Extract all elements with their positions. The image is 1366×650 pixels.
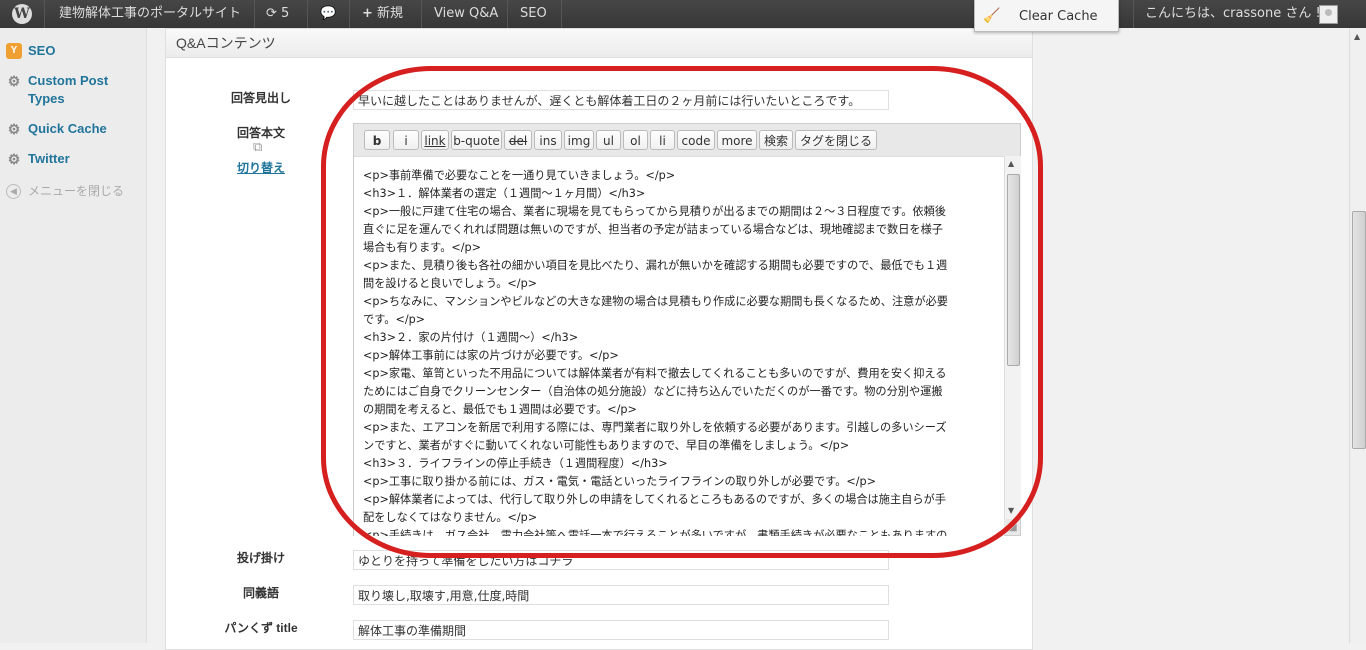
qt-ins-button[interactable]: ins: [534, 130, 562, 150]
sidebar-item-label: SEO: [28, 43, 56, 58]
new-content-link[interactable]: + 新規: [362, 0, 403, 28]
divider: [421, 0, 422, 28]
plus-icon: +: [362, 6, 373, 21]
answer-heading-label: 回答見出し: [230, 91, 291, 105]
qt-bold-button[interactable]: b: [364, 130, 390, 150]
updates-link[interactable]: ⟳ 5: [266, 0, 289, 28]
divider: [1133, 0, 1134, 28]
breadcrumb-title-label: パンくず title: [224, 621, 298, 635]
site-name-link[interactable]: 建物解体工事のポータルサイト: [59, 0, 241, 28]
divider: [254, 0, 255, 28]
clear-cache-label: Clear Cache: [1019, 9, 1098, 24]
synonyms-input[interactable]: 取り壊し,取壊す,用意,仕度,時間: [353, 585, 889, 605]
avatar[interactable]: [1319, 5, 1338, 24]
comments-link[interactable]: 💬: [320, 0, 336, 28]
view-qa-link[interactable]: View Q&A: [434, 0, 498, 28]
admin-bar: W 建物解体工事のポータルサイト ⟳ 5 💬 + 新規 View Q&A SEO…: [0, 0, 1366, 28]
synonyms-label: 同義語: [242, 586, 279, 600]
quicktags-toolbar: b i link b-quote del ins img ul ol li co…: [354, 124, 1020, 156]
divider: [349, 0, 350, 28]
resize-grip-icon[interactable]: ◢: [1009, 522, 1017, 533]
metabox-title: Q&Aコンテンツ: [176, 35, 276, 51]
answer-body-text: <p>事前準備で必要なことを一通り見ていきましょう。</p> <h3>１．解体業…: [363, 169, 948, 536]
divider: [307, 0, 308, 28]
page-scroll-thumb[interactable]: [1352, 211, 1366, 449]
scroll-up-icon[interactable]: ▲: [1008, 159, 1014, 168]
gear-icon: ⚙: [7, 151, 21, 167]
refresh-icon: ⟳: [266, 6, 277, 21]
qt-del-button[interactable]: del: [504, 130, 532, 150]
throw-label: 投げ掛け: [236, 551, 285, 565]
wordpress-logo-icon[interactable]: W: [12, 4, 32, 24]
collapse-arrow-icon: ◀: [6, 184, 21, 199]
answer-body-editor: b i link b-quote del ins img ul ol li co…: [353, 123, 1021, 536]
sidebar-item-label: メニューを閉じる: [28, 184, 125, 198]
sidebar-item-label: Quick Cache: [28, 121, 107, 136]
broom-icon: 🧹: [983, 8, 1001, 24]
qt-img-button[interactable]: img: [564, 130, 594, 150]
updates-count: 5: [281, 6, 290, 21]
qt-more-button[interactable]: more: [717, 130, 757, 150]
admin-sidebar: Y SEO ⚙ Custom Post Types ⚙ Quick Cache …: [0, 28, 147, 643]
breadcrumb-title-input[interactable]: 解体工事の準備期間: [353, 620, 889, 640]
page-scrollbar[interactable]: ▲: [1349, 28, 1366, 643]
answer-body-textarea[interactable]: <p>事前準備で必要なことを一通り見ていきましょう。</p> <h3>１．解体業…: [354, 156, 1004, 536]
comment-icon: 💬: [320, 6, 337, 21]
scroll-down-icon[interactable]: ▼: [1008, 506, 1014, 515]
qt-search-button[interactable]: 検索: [759, 130, 793, 150]
qt-ol-button[interactable]: ol: [623, 130, 648, 150]
sidebar-item-label: Twitter: [28, 151, 70, 166]
qt-li-button[interactable]: li: [650, 130, 675, 150]
textarea-scroll-thumb[interactable]: [1007, 174, 1020, 366]
metabox-header[interactable]: Q&Aコンテンツ: [166, 29, 1032, 58]
qt-blockquote-button[interactable]: b-quote: [451, 130, 502, 150]
seo-link[interactable]: SEO: [520, 0, 547, 28]
divider: [44, 0, 45, 28]
clear-cache-button[interactable]: 🧹 Clear Cache: [974, 0, 1119, 32]
scroll-up-icon[interactable]: ▲: [1354, 32, 1360, 41]
throw-input[interactable]: ゆとりを持って準備をしたい方はコチラ: [353, 550, 889, 570]
new-label: 新規: [377, 6, 404, 21]
qt-italic-button[interactable]: i: [393, 130, 419, 150]
divider: [507, 0, 508, 28]
toggle-editor-link[interactable]: 切り替え: [212, 159, 310, 176]
gear-icon: ⚙: [7, 121, 21, 137]
qt-link-button[interactable]: link: [421, 130, 449, 150]
qt-ul-button[interactable]: ul: [596, 130, 621, 150]
qt-code-button[interactable]: code: [677, 130, 715, 150]
sidebar-item-label: Custom Post Types: [28, 73, 109, 106]
answer-body-label: 回答本文: [236, 126, 285, 140]
greeting-link[interactable]: こんにちは、crassone さん !: [1145, 0, 1321, 28]
divider: [561, 0, 562, 28]
textarea-scrollbar[interactable]: ▲ ▼: [1004, 156, 1021, 519]
toggle-editor-icon: ⧉: [253, 140, 263, 155]
gear-icon: ⚙: [7, 73, 21, 89]
qt-close-tags-button[interactable]: タグを閉じる: [795, 130, 877, 150]
answer-heading-input[interactable]: 早いに越したことはありませんが、遅くとも解体着工日の２ヶ月前には行いたいところで…: [353, 90, 889, 110]
seo-icon: Y: [6, 43, 22, 59]
